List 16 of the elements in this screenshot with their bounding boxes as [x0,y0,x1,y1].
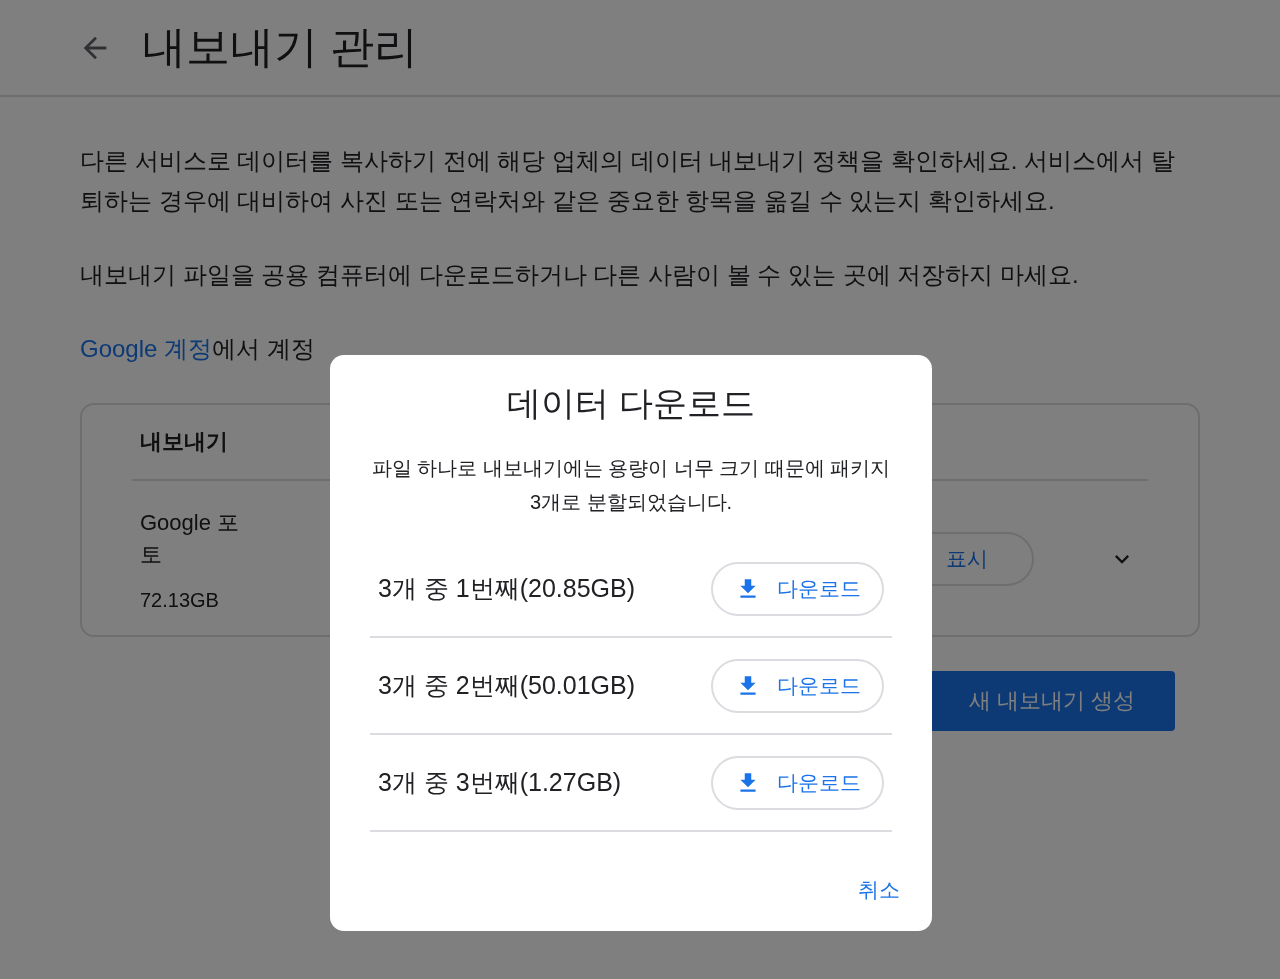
account-link[interactable]: Google 계정 [80,335,213,362]
info-paragraph: 내보내기 파일을 공용 컴퓨터에 다운로드하거나 다른 사람이 볼 수 있는 곳에 저장하지 마세요. [80,260,1080,290]
export-size: 72.13GB [140,588,220,612]
download-button[interactable]: 다운로드 [711,561,884,616]
card-heading: 내보내기 [140,428,228,456]
page-title: 내보내기 관리 [142,21,419,73]
part-label: 3개 중 3번째(1.27GB) [378,767,622,798]
part-label: 3개 중 2번째(50.01GB) [378,670,636,701]
info-paragraph: 다른 서비스로 데이터를 복사하기 전에 해당 업체의 데이터 내보내기 정책을 확인하세요. 서비스에서 탈퇴하는 경우에 대비하여 사진 또는 연락처와 같은 중요한 항목을 옮길 수 있는지 확인하세요. [80,146,1176,216]
export-name: Google 포토 [140,508,241,569]
dialog-description: 파일 하나로 내보내기에는 용량이 너무 크기 때문에 패키지 3개로 분할되었습니다. [370,456,892,515]
dialog-title: 데이터 다운로드 [506,383,756,424]
download-button[interactable]: 다운로드 [711,755,884,810]
cancel-button[interactable]: 취소 [854,872,904,908]
download-button[interactable]: 다운로드 [711,658,884,713]
part-label: 3개 중 1번째(20.85GB) [378,573,636,604]
